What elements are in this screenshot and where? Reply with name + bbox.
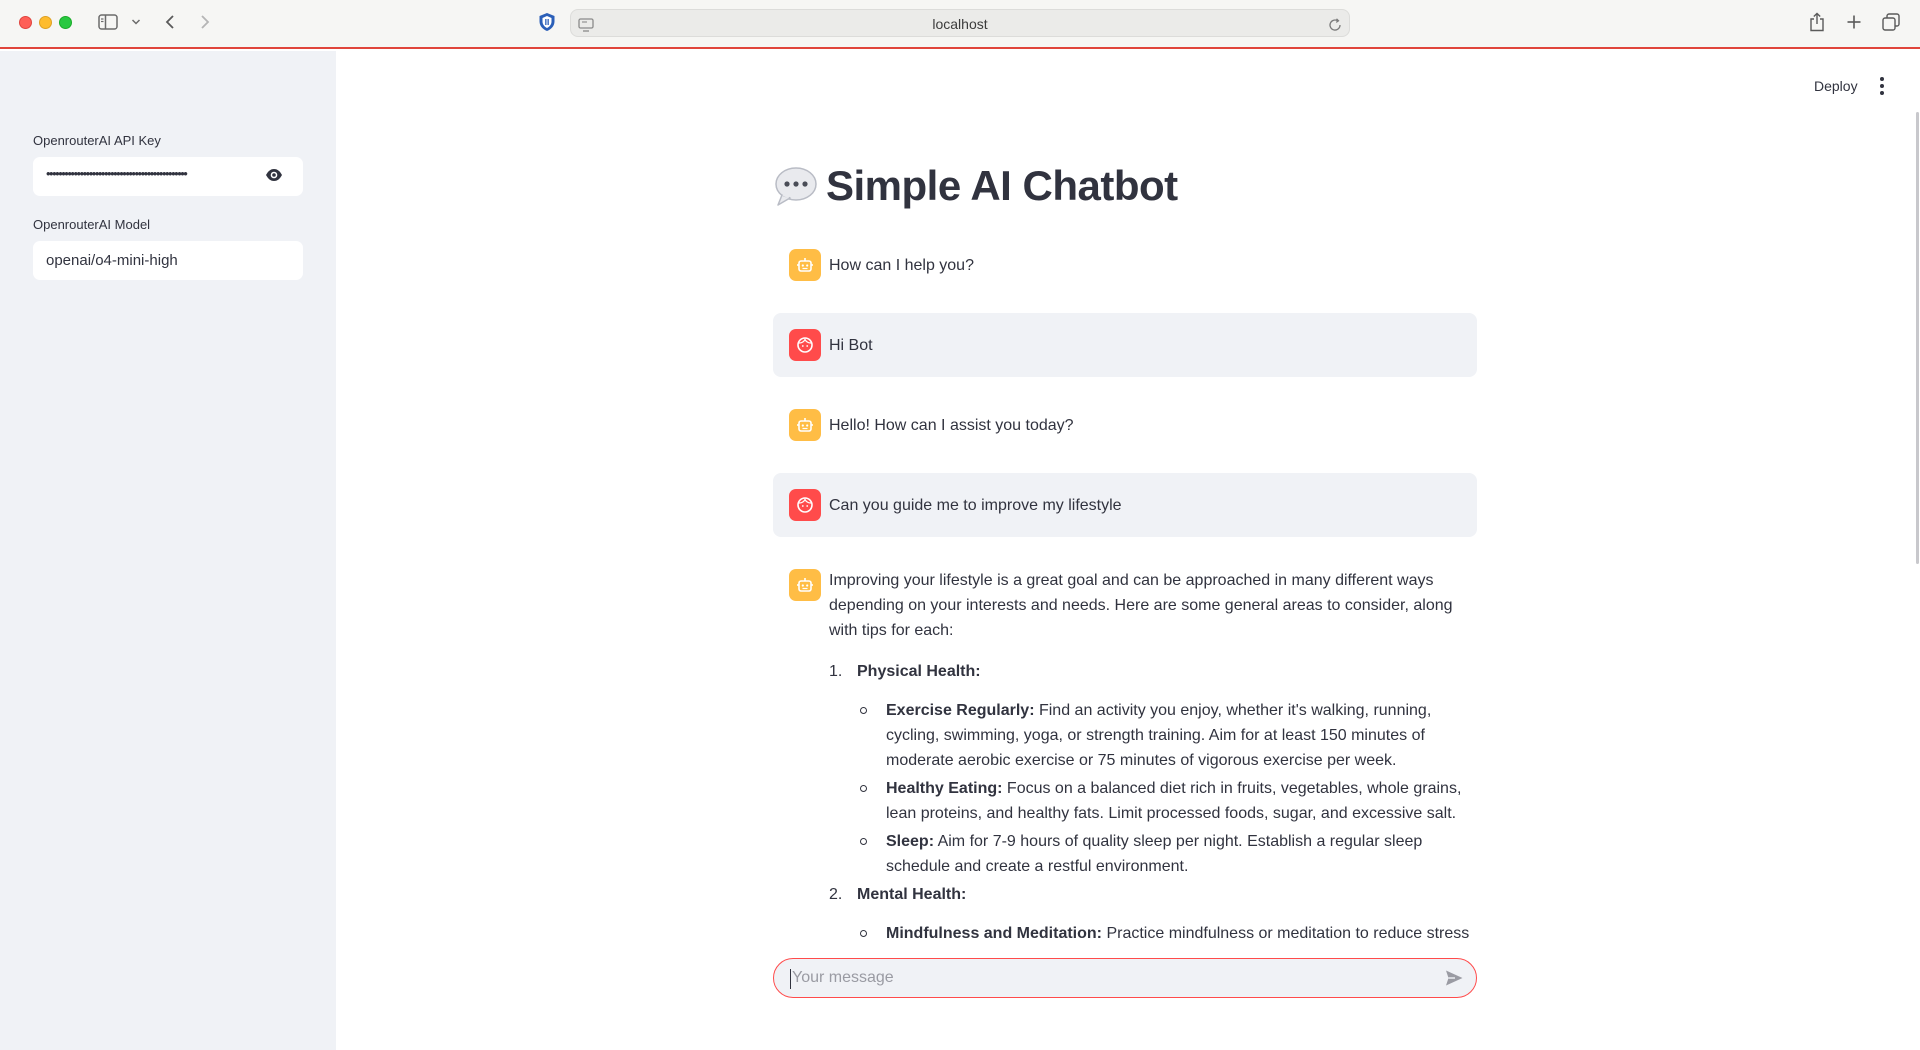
item-label: Mindfulness and Meditation:	[886, 925, 1102, 940]
title-text: Simple AI Chatbot	[826, 162, 1178, 209]
face-icon	[789, 489, 821, 521]
page-title: Simple AI Chatbot	[772, 162, 1178, 210]
address-bar[interactable]: localhost	[570, 9, 1350, 37]
share-icon[interactable]	[1807, 10, 1827, 34]
forward-icon[interactable]	[197, 10, 213, 34]
url-text: localhost	[932, 16, 988, 32]
item-text: Aim for 7-9 hours of quality sleep per n…	[886, 833, 1423, 875]
item-label: Healthy Eating:	[886, 780, 1003, 797]
model-field[interactable]: openai/o4-mini-high	[33, 241, 303, 280]
chat-input-placeholder[interactable]: Your message	[792, 969, 894, 987]
message-text: Hi Bot	[829, 337, 873, 354]
api-key-label: OpenrouterAI API Key	[33, 133, 161, 148]
new-tab-icon[interactable]	[1844, 10, 1864, 34]
zoom-window-button[interactable]	[59, 16, 72, 29]
item-label: Exercise Regularly:	[886, 702, 1035, 719]
chat-message-assistant: How can I help you?	[773, 240, 1477, 290]
send-icon[interactable]	[1444, 968, 1464, 993]
minimize-window-button[interactable]	[39, 16, 52, 29]
eye-icon[interactable]	[265, 168, 283, 187]
model-value[interactable]: openai/o4-mini-high	[46, 252, 178, 269]
scrollbar[interactable]	[1916, 112, 1919, 564]
close-window-button[interactable]	[19, 16, 32, 29]
list-item: Exercise Regularly: Find an activity you…	[857, 698, 1477, 773]
list-item: 1. Physical Health:	[829, 659, 1477, 684]
api-key-value[interactable]: ••••••••••••••••••••••••••••••••••••••••…	[46, 166, 188, 181]
sidebar-toggle-icon[interactable]	[97, 10, 119, 34]
api-key-field[interactable]: ••••••••••••••••••••••••••••••••••••••••…	[33, 157, 303, 196]
chevron-down-icon[interactable]	[130, 10, 142, 34]
model-label: OpenrouterAI Model	[33, 217, 151, 232]
message-text: Hello! How can I assist you today?	[829, 417, 1074, 434]
chat-message-user: Hi Bot	[773, 313, 1477, 377]
reload-icon[interactable]	[1327, 13, 1343, 37]
browser-toolbar: localhost	[0, 0, 1920, 49]
deploy-button[interactable]: Deploy	[1800, 76, 1872, 96]
robot-icon	[789, 409, 821, 441]
robot-icon	[789, 569, 821, 601]
message-text: Can you guide me to improve my lifestyle	[829, 497, 1122, 514]
tabs-overview-icon[interactable]	[1881, 10, 1901, 34]
section-title: Physical Health:	[857, 663, 981, 680]
list-item: Sleep: Aim for 7-9 hours of quality slee…	[857, 829, 1477, 879]
item-label: Sleep:	[886, 833, 935, 850]
answer-intro: Improving your lifestyle is a great goal…	[829, 572, 1453, 639]
chat-message-user: Can you guide me to improve my lifestyle	[773, 473, 1477, 537]
text-caret	[790, 969, 791, 989]
face-icon	[789, 329, 821, 361]
chat-input[interactable]: Your message	[773, 958, 1477, 998]
sidebar: OpenrouterAI API Key •••••••••••••••••••…	[0, 51, 336, 1050]
section-title: Mental Health:	[857, 886, 967, 903]
back-icon[interactable]	[162, 10, 178, 34]
speech-bubble-icon	[775, 167, 817, 206]
list-item: Mindfulness and Meditation: Practice min…	[857, 921, 1477, 940]
list-item: Healthy Eating: Focus on a balanced diet…	[857, 776, 1477, 826]
list-number: 1.	[829, 663, 843, 680]
shield-icon[interactable]	[537, 10, 557, 34]
list-number: 2.	[829, 886, 843, 903]
message-text: How can I help you?	[829, 257, 974, 274]
robot-icon	[789, 249, 821, 281]
assistant-answer: Improving your lifestyle is a great goal…	[829, 568, 1477, 940]
sub-list: Mindfulness and Meditation: Practice min…	[857, 921, 1477, 940]
list-item: 2. Mental Health:	[829, 882, 1477, 907]
kebab-menu-icon[interactable]	[1876, 74, 1888, 96]
sub-list: Exercise Regularly: Find an activity you…	[857, 698, 1477, 879]
chat-message-assistant: Hello! How can I assist you today?	[773, 400, 1477, 450]
